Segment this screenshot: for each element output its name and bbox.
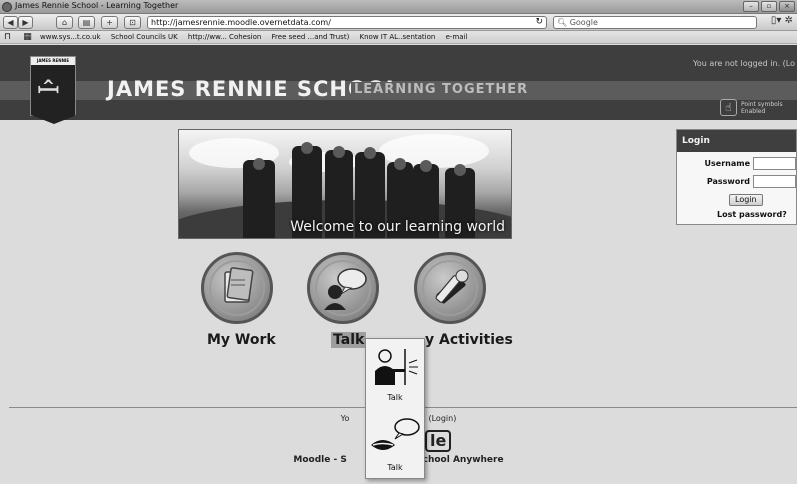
moodle-logo[interactable]: le bbox=[425, 430, 452, 452]
hiker-head bbox=[364, 147, 376, 159]
home-icon[interactable]: ⌂ bbox=[56, 16, 73, 29]
school-logo[interactable]: JAMES RENNIE ꟷ̂ bbox=[30, 56, 77, 124]
my-work-label[interactable]: My Work bbox=[207, 332, 276, 348]
popup-item-label: Talk bbox=[387, 393, 403, 402]
browser-toolbar: ◀ ▶ ⌂ ▤ + ⊡ http://jamesrennie.moodle.ov… bbox=[0, 14, 797, 31]
url-text: http://jamesrennie.moodle.overnetdata.co… bbox=[151, 18, 331, 27]
hiker-head bbox=[454, 164, 466, 176]
print-icon[interactable]: ▤ bbox=[78, 16, 95, 29]
username-label: Username bbox=[704, 159, 750, 168]
popup-item-talk[interactable]: Talk bbox=[369, 413, 421, 477]
password-row: Password bbox=[707, 175, 796, 188]
footer-moodle-left: Moodle - S bbox=[293, 455, 347, 465]
point-symbols-line-1: Point symbols bbox=[741, 101, 783, 108]
close-icon[interactable]: × bbox=[779, 1, 795, 12]
mouth-speech-icon bbox=[371, 418, 420, 450]
footer-login-left: Yo bbox=[340, 414, 350, 423]
activities-label[interactable]: y Activities bbox=[425, 332, 513, 348]
activities-button[interactable] bbox=[414, 252, 486, 324]
login-heading: Login bbox=[677, 130, 796, 152]
browser-title-bar: James Rennie School - Learning Together … bbox=[0, 0, 797, 14]
login-status-text: You are not logged in. (Lo bbox=[693, 59, 795, 68]
bookmarks-bar: ⊓ ▦ www.sys...t.co.uk School Councils UK… bbox=[0, 31, 797, 44]
talk-button[interactable] bbox=[307, 252, 379, 324]
hiker-head bbox=[301, 142, 313, 154]
popup-item-label: Talk bbox=[387, 463, 403, 472]
window-title: James Rennie School - Learning Together bbox=[15, 1, 179, 10]
folder-icon bbox=[224, 267, 254, 303]
password-field[interactable] bbox=[753, 175, 796, 188]
bookmark-item[interactable]: School Councils UK bbox=[111, 31, 178, 43]
login-block: Login Username Password Login Lost passw… bbox=[676, 129, 797, 225]
symbol-popup: Talk Talk bbox=[365, 338, 425, 479]
hiker-figure bbox=[243, 160, 275, 238]
grid-icon[interactable]: ▦ bbox=[23, 31, 32, 43]
hiker-head bbox=[394, 158, 406, 170]
bookmark-item[interactable]: e-mail bbox=[446, 31, 468, 43]
browser-favicon-icon bbox=[2, 2, 12, 12]
hiker-head bbox=[333, 146, 345, 158]
bookmark-item[interactable]: Free seed ...and Trust) bbox=[272, 31, 350, 43]
forward-icon[interactable]: ▶ bbox=[18, 16, 33, 29]
pointing-hand-icon: ☝ bbox=[720, 99, 737, 116]
address-bar[interactable]: http://jamesrennie.moodle.overnetdata.co… bbox=[147, 16, 547, 29]
window-controls: – ▫ × bbox=[743, 1, 795, 12]
logo-text: JAMES RENNIE bbox=[31, 57, 75, 65]
bookmark-item[interactable]: http://ww... Cohesion bbox=[188, 31, 261, 43]
page-menu-icon[interactable]: ▯▾ ✲ bbox=[771, 15, 793, 26]
hiker-head bbox=[253, 158, 265, 170]
my-work-button[interactable] bbox=[201, 252, 273, 324]
search-icon: 🔍︎ bbox=[557, 18, 568, 27]
minimize-icon[interactable]: – bbox=[743, 1, 759, 12]
popup-item-talk[interactable]: Talk bbox=[369, 343, 421, 407]
hiker-head bbox=[420, 160, 432, 172]
search-placeholder: Google bbox=[569, 18, 598, 27]
banner-caption: Welcome to our learning world bbox=[290, 219, 505, 235]
back-icon[interactable]: ◀ bbox=[3, 16, 18, 29]
tools-icon bbox=[435, 269, 469, 304]
search-input[interactable]: 🔍︎ Google bbox=[553, 16, 757, 29]
logo-figure-icon: ꟷ̂ bbox=[37, 74, 60, 107]
lost-password-link[interactable]: Lost password? bbox=[717, 210, 787, 219]
open-book-icon[interactable]: ⊓ bbox=[4, 31, 11, 43]
maximize-icon[interactable]: ▫ bbox=[761, 1, 777, 12]
bookmark-item[interactable]: Know IT AL..sentation bbox=[360, 31, 436, 43]
password-label: Password bbox=[706, 177, 750, 186]
username-field[interactable] bbox=[753, 157, 796, 170]
person-speaking-icon bbox=[375, 349, 418, 385]
login-button[interactable]: Login bbox=[729, 194, 763, 206]
point-symbols-toggle[interactable]: ☝ Point symbols Enabled bbox=[720, 99, 797, 118]
reload-icon[interactable]: ↻ bbox=[535, 17, 543, 28]
add-bookmark-icon[interactable]: + bbox=[101, 16, 118, 29]
point-symbols-line-2: Enabled bbox=[741, 108, 766, 115]
talk-label[interactable]: Talk bbox=[331, 332, 367, 348]
bookmarks-icon[interactable]: ⊡ bbox=[124, 16, 141, 29]
point-symbols-label: Point symbols Enabled bbox=[741, 101, 783, 115]
school-tagline: LEARNING TOGETHER bbox=[351, 82, 532, 97]
bookmark-item[interactable]: www.sys...t.co.uk bbox=[40, 31, 101, 43]
welcome-banner: Welcome to our learning world bbox=[178, 129, 512, 239]
speech-bubble-icon bbox=[324, 268, 367, 310]
school-header: JAMES RENNIE ꟷ̂ JAMES RENNIE SCHOOL LEAR… bbox=[0, 45, 797, 124]
talk-label-text[interactable]: Talk bbox=[331, 332, 367, 348]
username-row: Username bbox=[705, 157, 796, 170]
logo-pennant bbox=[31, 115, 77, 124]
